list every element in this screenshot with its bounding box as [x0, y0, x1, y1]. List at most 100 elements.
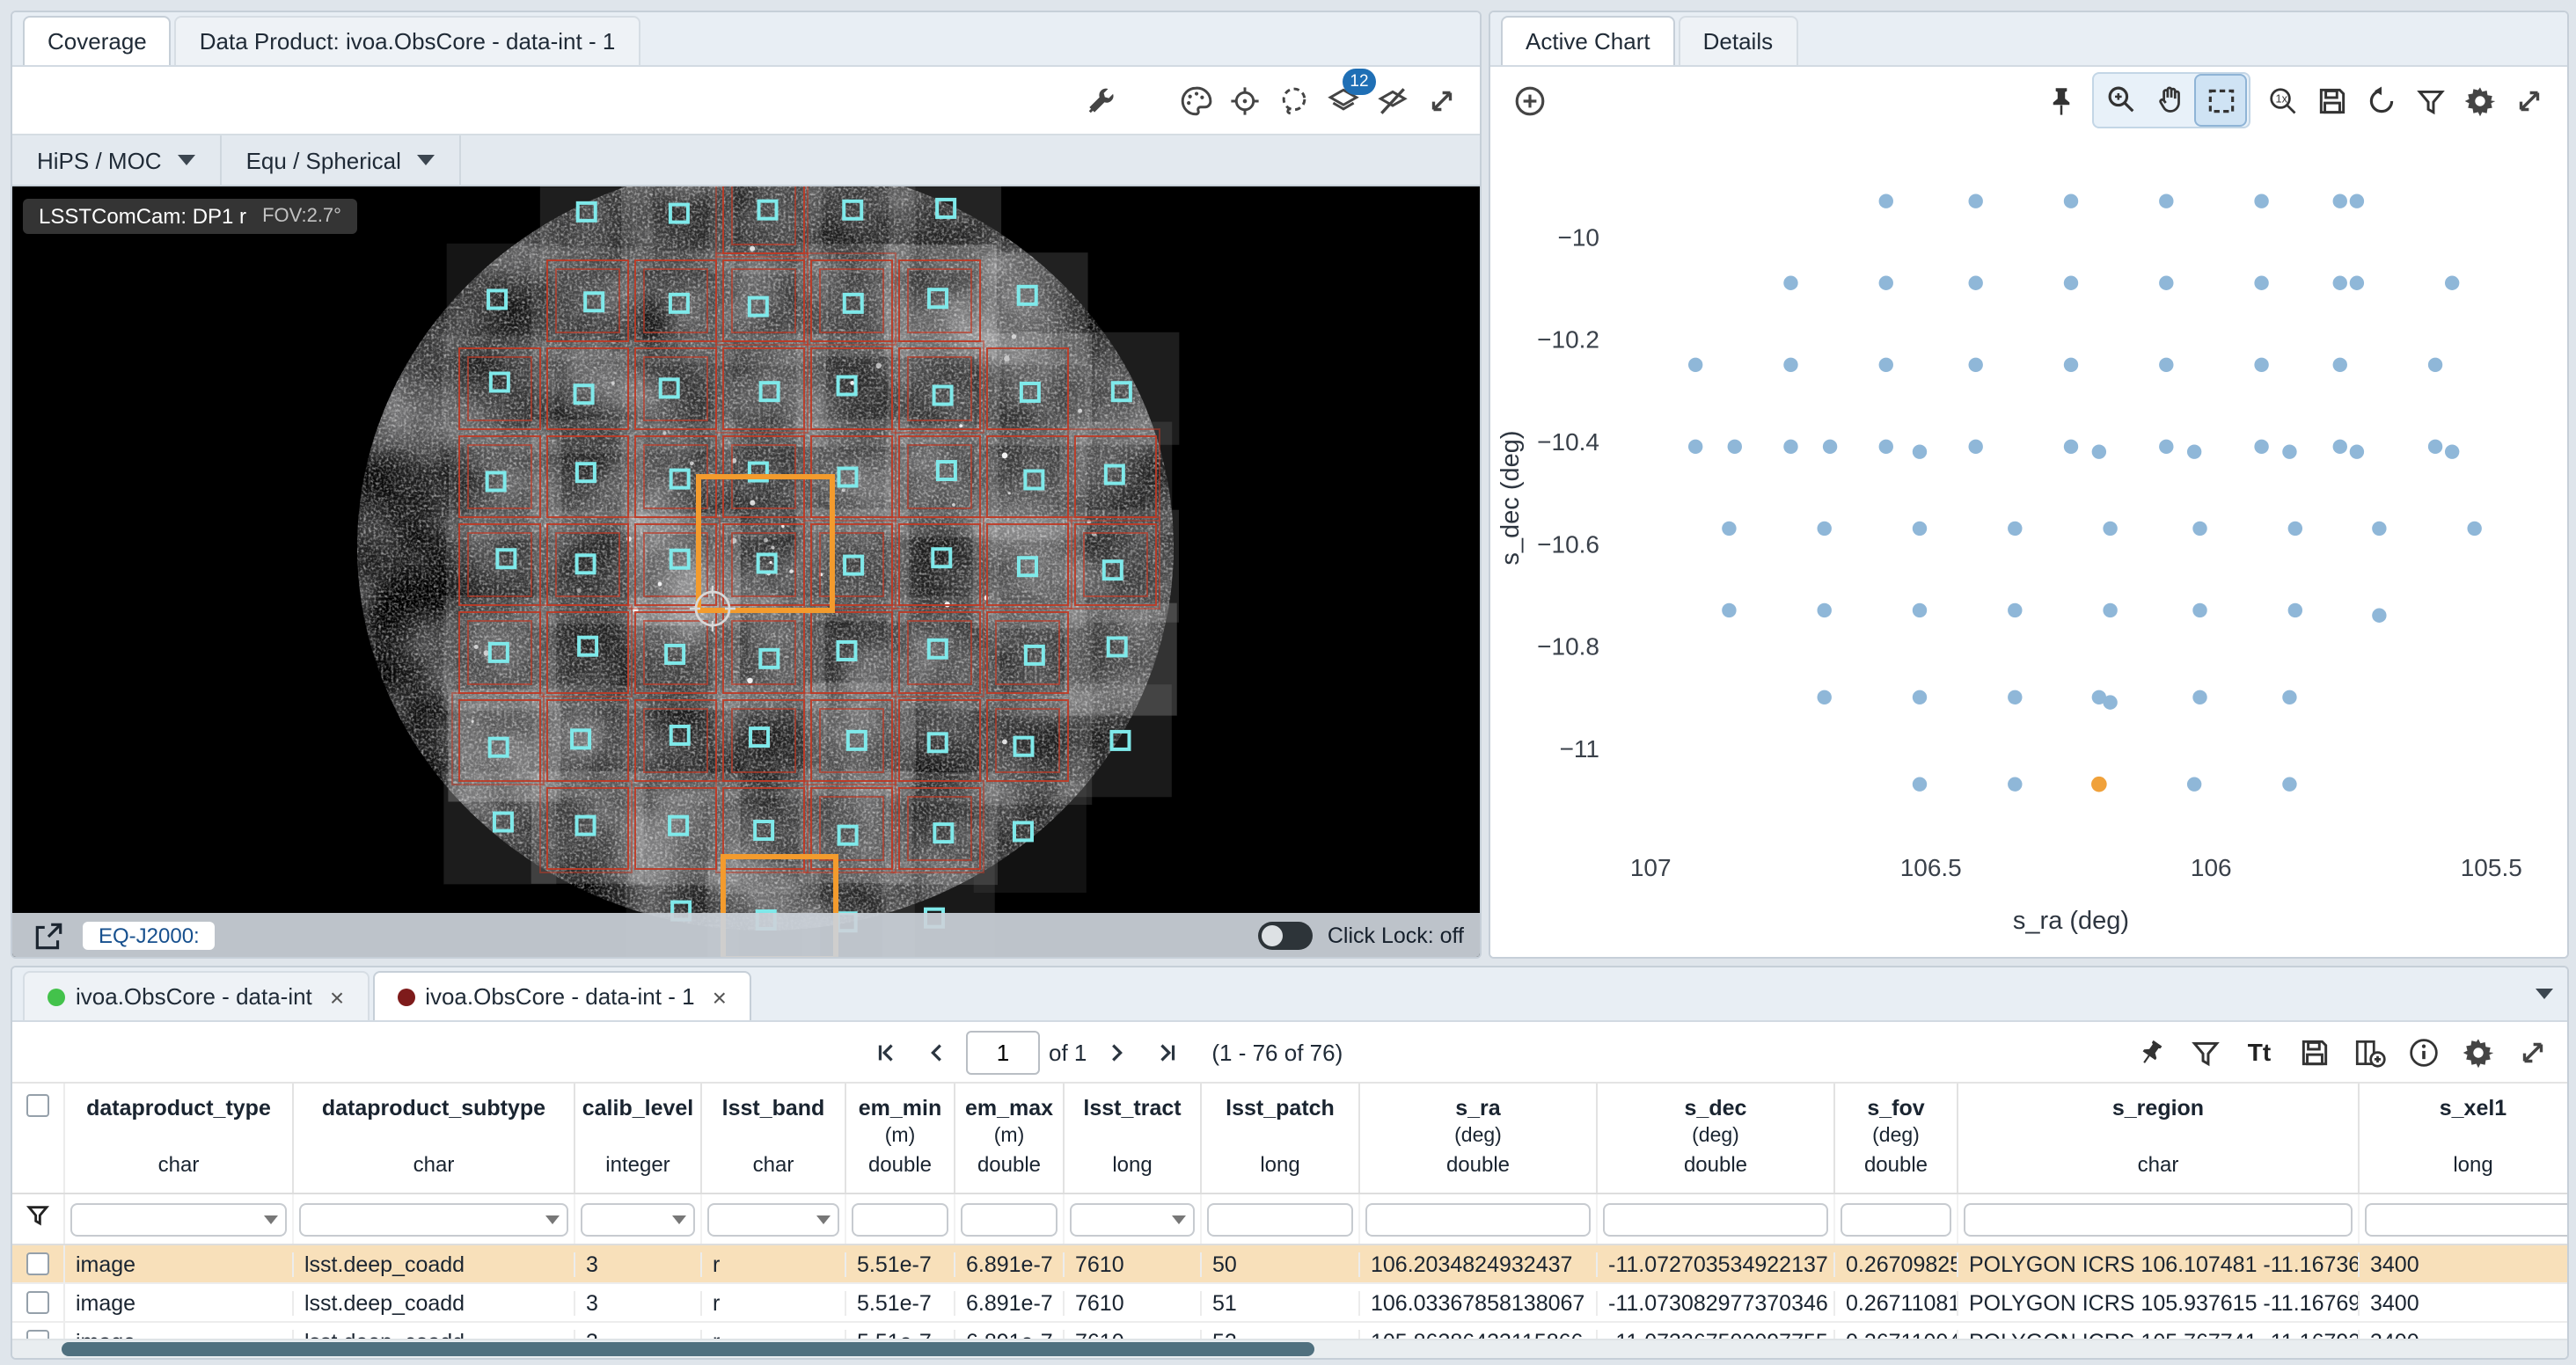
- zoom-original-button[interactable]: 1x: [2258, 76, 2307, 125]
- page-number-input[interactable]: [966, 1030, 1040, 1074]
- last-page-button[interactable]: [1146, 1031, 1189, 1073]
- scatter-point[interactable]: [1969, 358, 1983, 372]
- scatter-point[interactable]: [1879, 194, 1893, 208]
- filter-input-lsst_patch[interactable]: [1207, 1202, 1353, 1236]
- scatter-point[interactable]: [2288, 603, 2302, 617]
- column-header-s_xel1[interactable]: s_xel1 long: [2360, 1084, 2567, 1193]
- add-chart-button[interactable]: [1504, 76, 1554, 125]
- filter-select-lsst_tract[interactable]: [1070, 1202, 1195, 1236]
- scatter-point[interactable]: [2008, 777, 2022, 791]
- table-row[interactable]: imagelsst.deep_coadd3r5.51e-76.891e-7761…: [12, 1245, 2567, 1284]
- scatter-point[interactable]: [2103, 522, 2117, 536]
- scatter-point[interactable]: [2254, 358, 2268, 372]
- scatter-point[interactable]: [1818, 522, 1832, 536]
- tab-list-caret-icon[interactable]: [2536, 989, 2553, 1008]
- marquee-select-button[interactable]: [2194, 74, 2247, 127]
- column-header-em_max[interactable]: em_max(m)double: [955, 1084, 1065, 1193]
- scatter-point[interactable]: [2103, 603, 2117, 617]
- prev-page-button[interactable]: [915, 1031, 957, 1073]
- scatter-point[interactable]: [2445, 276, 2459, 290]
- tab-coverage[interactable]: Coverage: [23, 16, 172, 65]
- color-button[interactable]: [1170, 76, 1219, 125]
- table-settings-button[interactable]: [2453, 1027, 2502, 1077]
- column-header-dataproduct_type[interactable]: dataproduct_type char: [65, 1084, 294, 1193]
- filter-input-s_fov[interactable]: [1841, 1202, 1951, 1236]
- save-chart-button[interactable]: [2307, 76, 2356, 125]
- scatter-point[interactable]: [2254, 276, 2268, 290]
- scatter-point[interactable]: [2428, 440, 2442, 454]
- column-header-dataproduct_subtype[interactable]: dataproduct_subtype char: [294, 1084, 575, 1193]
- scatter-point[interactable]: [2372, 609, 2386, 623]
- horizontal-scrollbar[interactable]: [12, 1339, 2567, 1360]
- scrollbar-thumb[interactable]: [62, 1342, 1314, 1356]
- scatter-point[interactable]: [1913, 522, 1927, 536]
- pin-table-button[interactable]: [2126, 1027, 2175, 1077]
- column-header-s_fov[interactable]: s_fov(deg)double: [1835, 1084, 1958, 1193]
- scatter-point[interactable]: [2064, 194, 2078, 208]
- close-icon[interactable]: ×: [713, 984, 727, 1009]
- scatter-point[interactable]: [2187, 777, 2201, 791]
- column-header-lsst_band[interactable]: lsst_band char: [702, 1084, 846, 1193]
- expand-coverage-button[interactable]: [1416, 76, 1466, 125]
- scatter-point[interactable]: [2064, 276, 2078, 290]
- filter-input-em_max[interactable]: [961, 1202, 1057, 1236]
- filter-input-s_dec[interactable]: [1603, 1202, 1828, 1236]
- overlays-off-button[interactable]: [1367, 76, 1416, 125]
- pin-chart-button[interactable]: [2036, 76, 2085, 125]
- filter-input-em_min[interactable]: [852, 1202, 948, 1236]
- column-header-calib_level[interactable]: calib_level integer: [575, 1084, 702, 1193]
- filter-table-button[interactable]: [2180, 1027, 2229, 1077]
- scatter-point[interactable]: [2282, 444, 2296, 458]
- filter-select-calib_level[interactable]: [581, 1202, 695, 1236]
- scatter-point[interactable]: [1823, 440, 1837, 454]
- text-view-button[interactable]: Tt: [2235, 1027, 2284, 1077]
- recenter-button[interactable]: [1219, 76, 1269, 125]
- row-checkbox[interactable]: [26, 1291, 49, 1314]
- scatter-point[interactable]: [1688, 440, 1702, 454]
- scatter-point[interactable]: [1879, 440, 1893, 454]
- scatter-point[interactable]: [1818, 603, 1832, 617]
- scatter-point[interactable]: [2064, 358, 2078, 372]
- scatter-point[interactable]: [2333, 194, 2347, 208]
- scatter-point[interactable]: [2350, 444, 2364, 458]
- scatter-point[interactable]: [2333, 358, 2347, 372]
- zoom-in-button[interactable]: [2096, 74, 2145, 123]
- scatter-point[interactable]: [2288, 522, 2302, 536]
- scatter-point[interactable]: [1879, 276, 1893, 290]
- scatter-point[interactable]: [1783, 358, 1797, 372]
- scatter-point[interactable]: [2350, 194, 2364, 208]
- scatter-chart[interactable]: 107106.5106105.5−10−10.2−10.4−10.6−10.8−…: [1490, 134, 2567, 959]
- restore-chart-button[interactable]: [2356, 76, 2405, 125]
- scatter-point[interactable]: [2445, 444, 2459, 458]
- coord-system-chip[interactable]: EQ-J2000:: [83, 922, 216, 950]
- scatter-point-highlighted[interactable]: [2091, 777, 2107, 792]
- scatter-point[interactable]: [2333, 276, 2347, 290]
- filter-select-dataproduct_type[interactable]: [70, 1202, 287, 1236]
- scatter-point[interactable]: [2282, 777, 2296, 791]
- scatter-point[interactable]: [2159, 194, 2173, 208]
- scatter-point[interactable]: [1969, 276, 1983, 290]
- chart-settings-button[interactable]: [2455, 76, 2504, 125]
- scatter-point[interactable]: [1722, 522, 1736, 536]
- table-row[interactable]: imagelsst.deep_coadd3r5.51e-76.891e-7761…: [12, 1284, 2567, 1323]
- scatter-point[interactable]: [2092, 444, 2106, 458]
- scatter-point[interactable]: [2254, 194, 2268, 208]
- scatter-point[interactable]: [2282, 690, 2296, 704]
- column-header-s_region[interactable]: s_region char: [1958, 1084, 2360, 1193]
- scatter-point[interactable]: [1783, 440, 1797, 454]
- hips-moc-dropdown[interactable]: HiPS / MOC: [12, 135, 222, 185]
- scatter-point[interactable]: [1879, 358, 1893, 372]
- sky-image-view[interactable]: LSSTComCam: DP1 r FOV:2.7° EQ-J2000: Cli…: [12, 186, 1480, 959]
- projection-dropdown[interactable]: Equ / Spherical: [222, 135, 461, 185]
- filter-select-dataproduct_subtype[interactable]: [299, 1202, 568, 1236]
- click-lock-toggle[interactable]: [1259, 922, 1314, 950]
- tab-data-product[interactable]: Data Product: ivoa.ObsCore - data-int - …: [175, 16, 640, 65]
- add-column-button[interactable]: [2344, 1027, 2393, 1077]
- scatter-point[interactable]: [1913, 444, 1927, 458]
- filter-input-s_region[interactable]: [1964, 1202, 2353, 1236]
- select-region-button[interactable]: [1269, 76, 1318, 125]
- next-page-button[interactable]: [1095, 1031, 1138, 1073]
- tab-table-data-int-1[interactable]: ivoa.ObsCore - data-int - 1 ×: [372, 971, 751, 1020]
- scatter-point[interactable]: [2192, 690, 2206, 704]
- filter-input-s_ra[interactable]: [1365, 1202, 1591, 1236]
